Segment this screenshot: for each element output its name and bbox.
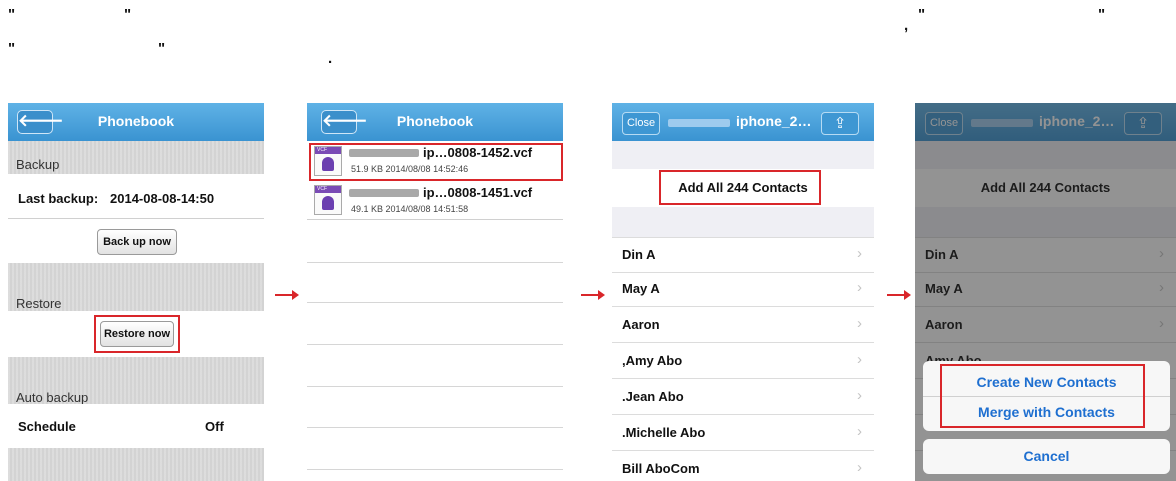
contact-row[interactable]: Bill AboCom › bbox=[612, 450, 874, 481]
file-meta: 49.1 KB 2014/08/08 14:51:58 bbox=[351, 204, 469, 214]
contact-name: Bill AboCom bbox=[622, 461, 700, 476]
last-backup-value: 2014-08-08-14:50 bbox=[110, 191, 215, 206]
divider bbox=[307, 386, 563, 387]
nav-bar: 🡐 Phonebook bbox=[307, 103, 563, 141]
chevron-right-icon: › bbox=[857, 245, 862, 262]
contact-name: Din A bbox=[622, 247, 656, 262]
spacer-band bbox=[612, 141, 874, 169]
contact-row[interactable]: Aaron › bbox=[612, 306, 874, 343]
spacer-band bbox=[612, 207, 874, 238]
chevron-right-icon: › bbox=[857, 423, 862, 440]
quote-mark: " bbox=[8, 40, 16, 57]
schedule-value: Off bbox=[205, 419, 224, 434]
contact-row[interactable]: .Michelle Abo › bbox=[612, 414, 874, 451]
section-footer bbox=[8, 448, 264, 481]
contact-row[interactable]: May A › bbox=[612, 270, 874, 307]
period-mark: . bbox=[328, 50, 333, 67]
schedule-row[interactable]: Schedule Off bbox=[8, 404, 264, 448]
highlight-box bbox=[94, 315, 180, 353]
divider bbox=[307, 344, 563, 345]
contact-name: .Michelle Abo bbox=[622, 425, 706, 440]
section-header-restore: Restore bbox=[8, 263, 264, 311]
share-icon: ⇪ bbox=[833, 115, 847, 132]
chevron-right-icon: › bbox=[857, 279, 862, 296]
nav-bar: Close iphone_2… ⇪ bbox=[612, 103, 874, 141]
quote-mark: " bbox=[124, 6, 132, 23]
quote-mark: " bbox=[8, 6, 16, 23]
divider bbox=[307, 427, 563, 428]
divider bbox=[307, 302, 563, 303]
chevron-right-icon: › bbox=[857, 351, 862, 368]
section-header-backup: Backup bbox=[8, 141, 264, 174]
flow-arrow bbox=[887, 290, 911, 300]
contact-name: ,Amy Abo bbox=[622, 353, 683, 368]
section-label: Auto backup bbox=[16, 390, 89, 405]
redacted-text bbox=[349, 189, 419, 197]
divider bbox=[307, 262, 563, 263]
page-title: Phonebook bbox=[97, 113, 175, 129]
backup-button-row: Back up now bbox=[8, 219, 264, 263]
contact-row[interactable]: ,Amy Abo › bbox=[612, 342, 874, 379]
quote-mark: " bbox=[158, 40, 166, 57]
vcf-file-icon: VCF bbox=[314, 185, 342, 215]
contact-name: Aaron bbox=[622, 317, 660, 332]
schedule-label: Schedule bbox=[18, 419, 76, 434]
chevron-right-icon: › bbox=[857, 459, 862, 476]
divider bbox=[307, 469, 563, 470]
flow-arrow bbox=[275, 290, 299, 300]
back-up-now-button[interactable]: Back up now bbox=[97, 229, 177, 255]
chevron-right-icon: › bbox=[857, 387, 862, 404]
page-title: Phonebook bbox=[396, 113, 474, 129]
close-button[interactable]: Close bbox=[622, 112, 660, 135]
nav-bar: 🡐 Phonebook bbox=[8, 103, 264, 141]
contact-name: May A bbox=[622, 281, 660, 296]
last-backup-row: Last backup: 2014-08-08-14:50 bbox=[8, 174, 264, 219]
phonebook-backup-screen: 🡐 Phonebook Backup Last backup: 2014-08-… bbox=[8, 103, 264, 481]
file-row[interactable]: VCF ip…0808-1451.vcf 49.1 KB 2014/08/08 … bbox=[307, 181, 563, 220]
contact-row[interactable]: .Jean Abo › bbox=[612, 378, 874, 415]
section-label: Restore bbox=[16, 296, 62, 311]
last-backup-label: Last backup: bbox=[18, 191, 99, 206]
contact-row[interactable]: Din A › bbox=[612, 236, 874, 273]
cancel-button[interactable]: Cancel bbox=[923, 439, 1170, 474]
highlight-box bbox=[940, 364, 1145, 428]
share-button[interactable]: ⇪ bbox=[821, 112, 859, 135]
redacted-text bbox=[668, 119, 730, 127]
chevron-right-icon: › bbox=[857, 315, 862, 332]
page-title: iphone_2… bbox=[736, 113, 812, 129]
import-action-sheet-screen: Close iphone_2… ⇪ Add All 244 Contacts D… bbox=[915, 103, 1176, 481]
phonebook-file-list-screen: 🡐 Phonebook VCF ip…0808-1452.vcf 51.9 KB… bbox=[307, 103, 563, 481]
file-name: ip…0808-1451.vcf bbox=[423, 185, 533, 200]
highlight-box bbox=[659, 170, 821, 205]
section-label: Backup bbox=[16, 157, 60, 172]
contact-name: .Jean Abo bbox=[622, 389, 684, 404]
quote-mark: " bbox=[1098, 6, 1106, 23]
import-contacts-screen: Close iphone_2… ⇪ Add All 244 Contacts D… bbox=[612, 103, 874, 481]
comma-mark: , bbox=[904, 17, 909, 34]
quote-mark: " bbox=[918, 6, 926, 23]
section-header-auto-backup: Auto backup bbox=[8, 357, 264, 405]
flow-arrow bbox=[581, 290, 605, 300]
restore-button-row: Restore now bbox=[8, 311, 264, 357]
highlight-box bbox=[309, 143, 563, 181]
